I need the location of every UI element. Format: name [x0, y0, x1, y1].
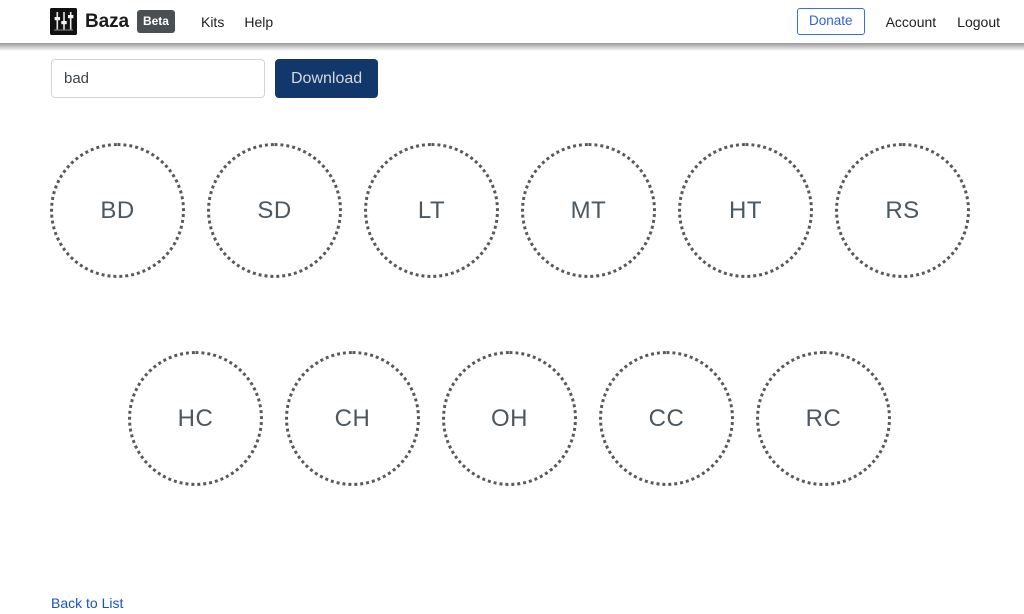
- pad-label: CH: [334, 404, 371, 432]
- pad-label: BD: [100, 196, 135, 224]
- top-navigation-bar: Baza Beta Kits Help Donate Account Logou…: [0, 0, 1024, 43]
- pad-rc[interactable]: RC: [756, 351, 891, 486]
- pad-lt[interactable]: LT: [364, 143, 499, 278]
- pad-label: LT: [417, 196, 446, 224]
- nav-link-help[interactable]: Help: [244, 14, 273, 30]
- pad-grid-row-1: BD SD LT MT HT RS: [50, 143, 970, 278]
- header-shadow-divider: [0, 43, 1024, 51]
- pad-label: HC: [177, 404, 214, 432]
- brand-logo-link[interactable]: Baza Beta: [50, 8, 175, 35]
- pad-oh[interactable]: OH: [442, 351, 577, 486]
- nav-link-kits[interactable]: Kits: [201, 14, 224, 30]
- secondary-nav: Donate Account Logout: [797, 0, 1000, 43]
- pad-label: OH: [491, 404, 528, 432]
- brand-name: Baza: [85, 10, 129, 32]
- pad-bd[interactable]: BD: [50, 143, 185, 278]
- pad-label: SD: [257, 196, 292, 224]
- search-input[interactable]: [51, 59, 265, 98]
- pad-hc[interactable]: HC: [128, 351, 263, 486]
- pad-sd[interactable]: SD: [207, 143, 342, 278]
- beta-badge: Beta: [136, 10, 175, 33]
- kit-toolbar: Download: [51, 59, 379, 98]
- pad-label: MT: [570, 196, 607, 224]
- nav-link-account[interactable]: Account: [886, 14, 937, 30]
- download-button[interactable]: Download: [275, 59, 379, 98]
- nav-link-logout[interactable]: Logout: [957, 14, 1000, 30]
- back-to-list-link[interactable]: Back to List: [51, 595, 123, 611]
- pad-ch[interactable]: CH: [285, 351, 420, 486]
- pad-grid-row-2: HC CH OH CC RC: [128, 351, 891, 486]
- mixer-faders-icon: [50, 8, 77, 35]
- donate-button[interactable]: Donate: [797, 7, 865, 36]
- pad-rs[interactable]: RS: [835, 143, 970, 278]
- pad-label: RS: [885, 196, 920, 224]
- pad-label: HT: [729, 196, 762, 224]
- primary-nav: Kits Help: [201, 14, 293, 30]
- pad-label: CC: [648, 404, 685, 432]
- pad-cc[interactable]: CC: [599, 351, 734, 486]
- pad-ht[interactable]: HT: [678, 143, 813, 278]
- pad-mt[interactable]: MT: [521, 143, 656, 278]
- pad-label: RC: [805, 404, 842, 432]
